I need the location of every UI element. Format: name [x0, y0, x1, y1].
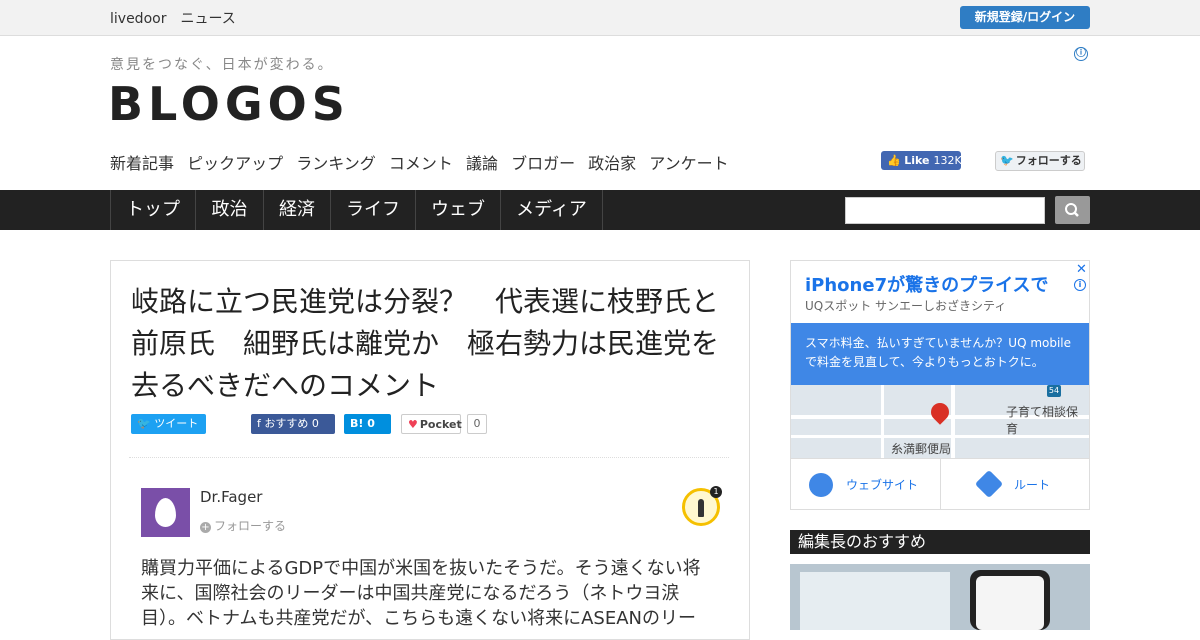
route-badge: 54	[1047, 385, 1061, 397]
facebook-icon: f	[257, 417, 261, 430]
search-button[interactable]	[1055, 196, 1090, 224]
subnav-item-debate[interactable]: 議論	[466, 154, 498, 173]
search-icon	[1065, 203, 1079, 217]
comment-username[interactable]: Dr.Fager	[200, 488, 262, 506]
category-economy[interactable]: 経済	[263, 190, 330, 230]
top-bar: livedoor ニュース 新規登録/ログイン	[0, 0, 1200, 36]
comment-text: 購買力平価によるGDPで中国が米国を抜いたそうだ。そう遠くない将来に、国際社会の…	[141, 558, 701, 629]
article-title: 岐路に立つ民進党は分裂？ 代表選に枝野氏と前原氏 細野氏は離党か 極右勢力は民進…	[131, 285, 720, 402]
tweet-button[interactable]: 🐦 ツイート	[131, 414, 206, 434]
livedoor-news-link[interactable]: livedoor ニュース	[110, 8, 236, 28]
directions-icon	[974, 469, 1004, 499]
site-logo[interactable]: BLOGOS	[108, 76, 350, 132]
category-media[interactable]: メディア	[500, 190, 603, 230]
map-ad[interactable]: iPhone7が驚きのプライスで UQスポット サンエーしおざきシティ ✕ i …	[790, 260, 1090, 510]
facebook-like-button[interactable]: 👍 Like 132K	[881, 151, 962, 170]
subnav-item-politician[interactable]: 政治家	[588, 154, 636, 173]
ad-info-icon[interactable]: i	[1074, 279, 1086, 291]
close-icon[interactable]: ✕	[1076, 262, 1087, 277]
ad-subtitle: UQスポット サンエーしおざきシティ	[805, 299, 1007, 313]
search-input[interactable]	[845, 197, 1045, 224]
map-label-childcare: 子育て相談保育	[1006, 405, 1079, 436]
ad-description[interactable]: スマホ料金、払いすぎていませんか？UQ mobileで料金を見直して、今よりもっ…	[791, 323, 1089, 385]
sub-navigation: 新着記事 ピックアップ ランキング コメント 議論 ブロガー 政治家 アンケート	[110, 150, 737, 174]
badge-count: 1	[710, 486, 722, 498]
ad-title[interactable]: iPhone7が驚きのプライスで	[805, 271, 1049, 297]
thumbs-up-icon: 👍	[887, 154, 901, 167]
pocket-button[interactable]: ♥ Pocket	[401, 414, 462, 434]
divider	[129, 457, 729, 458]
tagline: 意見をつなぐ、日本が変わる。	[110, 57, 334, 73]
ad-actions: ウェブサイト ルート	[791, 458, 1089, 510]
user-rank-badge-icon: 1	[682, 486, 722, 526]
category-life[interactable]: ライフ	[330, 190, 415, 230]
category-top[interactable]: トップ	[110, 190, 195, 230]
article-card: 岐路に立つ民進党は分裂？ 代表選に枝野氏と前原氏 細野氏は離党か 極右勢力は民進…	[110, 260, 750, 640]
egg-icon	[155, 498, 176, 527]
twitter-follow-button[interactable]: 🐦 フォローする	[995, 151, 1085, 171]
map-pin-icon	[927, 399, 953, 425]
pocket-icon: ♥	[408, 418, 418, 431]
facebook-share-button[interactable]: f おすすめ 0	[251, 414, 335, 434]
twitter-bird-icon: 🐦	[137, 417, 151, 430]
editor-picks-heading: 編集長のおすすめ	[790, 530, 1090, 554]
map-image[interactable]: 54 子育て相談保育 糸満郵便局	[791, 385, 1089, 458]
category-politics[interactable]: 政治	[195, 190, 263, 230]
globe-icon	[809, 473, 833, 497]
follow-user-link[interactable]: + フォローする	[200, 517, 286, 534]
twitter-bird-icon: 🐦	[1000, 154, 1014, 167]
pocket-count: 0	[467, 414, 487, 434]
editor-pick-image[interactable]	[790, 564, 1090, 630]
website-button[interactable]: ウェブサイト	[791, 459, 940, 510]
subnav-item-ranking[interactable]: ランキング	[296, 154, 376, 173]
subnav-item-survey[interactable]: アンケート	[649, 154, 728, 173]
signup-login-button[interactable]: 新規登録/ログイン	[960, 6, 1090, 29]
subnav-item-comment[interactable]: コメント	[389, 154, 453, 173]
hatena-bookmark-button[interactable]: B! 0	[344, 414, 391, 434]
avatar[interactable]	[141, 488, 190, 537]
map-label-post-office: 糸満郵便局	[891, 442, 952, 456]
route-button[interactable]: ルート	[940, 459, 1089, 510]
subnav-item-new[interactable]: 新着記事	[110, 154, 174, 173]
info-icon[interactable]: ⓘ	[1074, 47, 1088, 61]
subnav-item-blogger[interactable]: ブロガー	[511, 154, 575, 173]
subnav-item-pickup[interactable]: ピックアップ	[187, 154, 283, 173]
category-web[interactable]: ウェブ	[415, 190, 500, 230]
plus-icon: +	[200, 522, 211, 533]
